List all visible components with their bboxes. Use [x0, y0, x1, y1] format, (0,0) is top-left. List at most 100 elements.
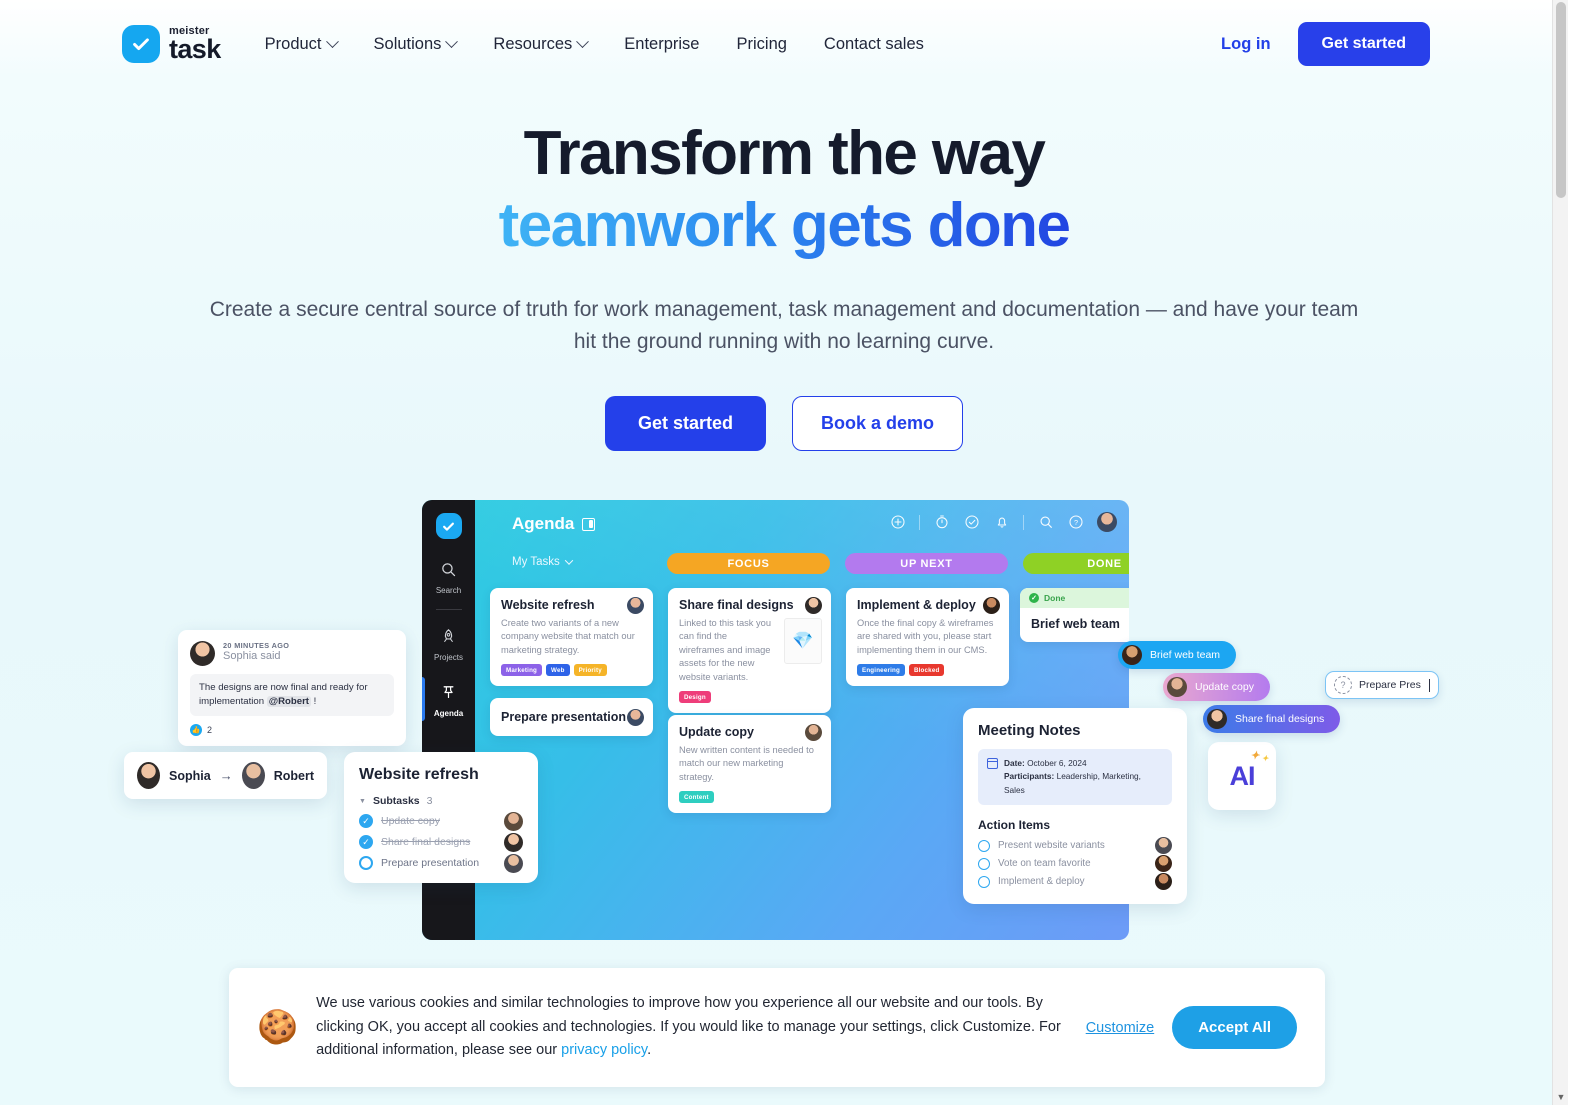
get-started-button-nav[interactable]: Get started	[1297, 22, 1430, 66]
nav-item-product[interactable]: Product	[265, 34, 339, 54]
task-card-brief-web-team[interactable]: ✓ Done Brief web team	[1020, 588, 1129, 642]
action-item-row[interactable]: Vote on team favorite	[978, 855, 1172, 873]
nav-item-pricing[interactable]: Pricing	[736, 35, 786, 54]
avatar-from	[137, 762, 161, 789]
checkbox-unchecked-icon[interactable]	[359, 856, 373, 870]
divider	[919, 514, 920, 530]
assignment-from-name: Sophia	[169, 768, 211, 783]
subtasks-card: Website refresh ▼ Subtasks 3 ✓ Update co…	[344, 752, 538, 883]
checkbox-unchecked-icon[interactable]	[978, 857, 990, 870]
checkbox-checked-icon[interactable]: ✓	[359, 814, 373, 828]
action-items-label: Action Items	[978, 817, 1051, 832]
rocket-icon	[444, 629, 453, 642]
hero-section: Transform the way teamwork gets done Cre…	[0, 118, 1568, 451]
get-started-button-hero[interactable]: Get started	[604, 395, 766, 451]
tag-content: Content	[679, 791, 714, 804]
nav-item-solutions-label: Solutions	[373, 34, 442, 53]
scroll-down-icon[interactable]: ▼	[1553, 1089, 1568, 1105]
task-title: Implement & deploy	[857, 598, 976, 612]
layout-icon	[582, 517, 596, 531]
task-tags: Design	[679, 691, 820, 704]
assignment-card: Sophia → Robert	[124, 752, 327, 799]
logo[interactable]: meister task	[122, 25, 221, 63]
task-card-update-copy[interactable]: Update copy New written content is neede…	[668, 715, 831, 814]
meeting-notes-card: Meeting Notes Date: October 6, 2024 Part…	[963, 708, 1187, 904]
my-tasks-label: My Tasks	[512, 556, 560, 568]
pill-share-final-designs[interactable]: Share final designs	[1203, 705, 1341, 733]
task-card-website-refresh[interactable]: Website refresh Create two variants of a…	[490, 588, 653, 687]
nav-item-resources-label: Resources	[493, 34, 573, 53]
avatar	[1155, 837, 1172, 855]
meeting-date-row: Date: October 6, 2024	[1004, 757, 1163, 770]
action-item-label: Vote on team favorite	[998, 858, 1091, 870]
nav-item-contact-sales[interactable]: Contact sales	[824, 35, 924, 54]
checkbox-checked-icon[interactable]: ✓	[359, 835, 373, 849]
timer-icon[interactable]	[933, 514, 950, 531]
action-item-row[interactable]: Implement & deploy	[978, 873, 1172, 891]
help-icon[interactable]: ?	[1067, 514, 1084, 531]
app-title-label: Agenda	[512, 514, 575, 533]
accept-all-button[interactable]: Accept All	[1172, 1006, 1297, 1049]
avatar	[504, 832, 523, 852]
scrollbar-thumb[interactable]	[1556, 2, 1566, 198]
ai-label: AI	[1229, 760, 1256, 791]
task-title: Prepare presentation	[501, 710, 627, 724]
bell-icon[interactable]	[993, 514, 1010, 531]
hero-subtitle: Create a secure central source of truth …	[209, 297, 1359, 353]
sidebar-item-agenda[interactable]: Agenda	[422, 677, 475, 721]
nav-item-enterprise[interactable]: Enterprise	[624, 35, 699, 54]
plus-icon[interactable]	[889, 514, 906, 531]
like-count: 2	[207, 724, 213, 735]
chevron-down-icon	[325, 34, 339, 48]
triangle-down-icon: ▼	[359, 797, 366, 805]
sidebar-item-projects[interactable]: Projects	[422, 628, 475, 662]
avatar	[627, 709, 644, 726]
action-item-row[interactable]: Present website variants	[978, 837, 1172, 855]
subtask-row[interactable]: ✓ Update copy	[359, 811, 523, 831]
sidebar-item-search[interactable]: Search	[422, 561, 475, 595]
avatar	[1122, 645, 1142, 665]
task-card-share-final-designs[interactable]: Share final designs Linked to this task …	[668, 588, 831, 714]
subtasks-card-title: Website refresh	[359, 766, 479, 783]
subtask-label: Share final designs	[381, 836, 471, 848]
privacy-policy-link[interactable]: privacy policy	[561, 1042, 647, 1058]
avatar-to	[241, 762, 265, 789]
login-link[interactable]: Log in	[1221, 35, 1270, 54]
subtasks-label: Subtasks	[372, 795, 420, 807]
subtask-row[interactable]: Prepare presentation	[359, 853, 523, 873]
task-tags: Engineering Blocked	[857, 664, 998, 677]
nav-item-resources[interactable]: Resources	[493, 34, 590, 54]
subtask-row[interactable]: ✓ Share final designs	[359, 832, 523, 852]
tag-blocked: Blocked	[908, 664, 945, 677]
column-header-focus: FOCUS	[667, 553, 830, 574]
task-description: New written content is needed to match o…	[679, 745, 814, 782]
avatar[interactable]	[1097, 512, 1117, 532]
divider	[1023, 514, 1024, 530]
book-demo-button[interactable]: Book a demo	[792, 395, 964, 451]
task-card-prepare-presentation[interactable]: Prepare presentation	[490, 698, 653, 736]
subtask-label: Prepare presentation	[381, 857, 480, 869]
app-header-icons: ?	[889, 512, 1117, 532]
product-mockup: Search Projects Agenda Agenda ? My Tasks…	[0, 500, 1568, 950]
chevron-down-icon	[564, 556, 573, 565]
cookie-text-part1: We use various cookies and similar techn…	[316, 995, 1061, 1059]
sidebar-divider	[435, 609, 462, 610]
subtasks-header[interactable]: ▼ Subtasks 3	[359, 795, 523, 807]
comment-likes[interactable]: 👍 2	[190, 723, 394, 736]
my-tasks-filter[interactable]: My Tasks	[512, 556, 573, 568]
new-task-input[interactable]: ? Prepare Pres	[1325, 671, 1440, 699]
pill-brief-web-team[interactable]: Brief web team	[1118, 641, 1237, 669]
task-card-implement-deploy[interactable]: Implement & deploy Once the final copy &…	[846, 588, 1009, 687]
customize-link[interactable]: Customize	[1086, 1020, 1155, 1036]
comment-timestamp: 20 MINUTES AGO	[223, 641, 290, 650]
check-circle-icon[interactable]	[963, 514, 980, 531]
nav-item-solutions[interactable]: Solutions	[373, 34, 459, 54]
task-title: Brief web team	[1031, 617, 1120, 631]
ai-card[interactable]: AI ✦ ✦	[1208, 742, 1276, 810]
scrollbar[interactable]: ▲ ▼	[1552, 0, 1568, 1105]
pill-update-copy[interactable]: Update copy	[1163, 673, 1270, 701]
status-badge: ✓ Done	[1020, 588, 1129, 608]
checkbox-unchecked-icon[interactable]	[978, 875, 990, 888]
search-icon[interactable]	[1037, 514, 1054, 531]
checkbox-unchecked-icon[interactable]	[978, 839, 990, 852]
